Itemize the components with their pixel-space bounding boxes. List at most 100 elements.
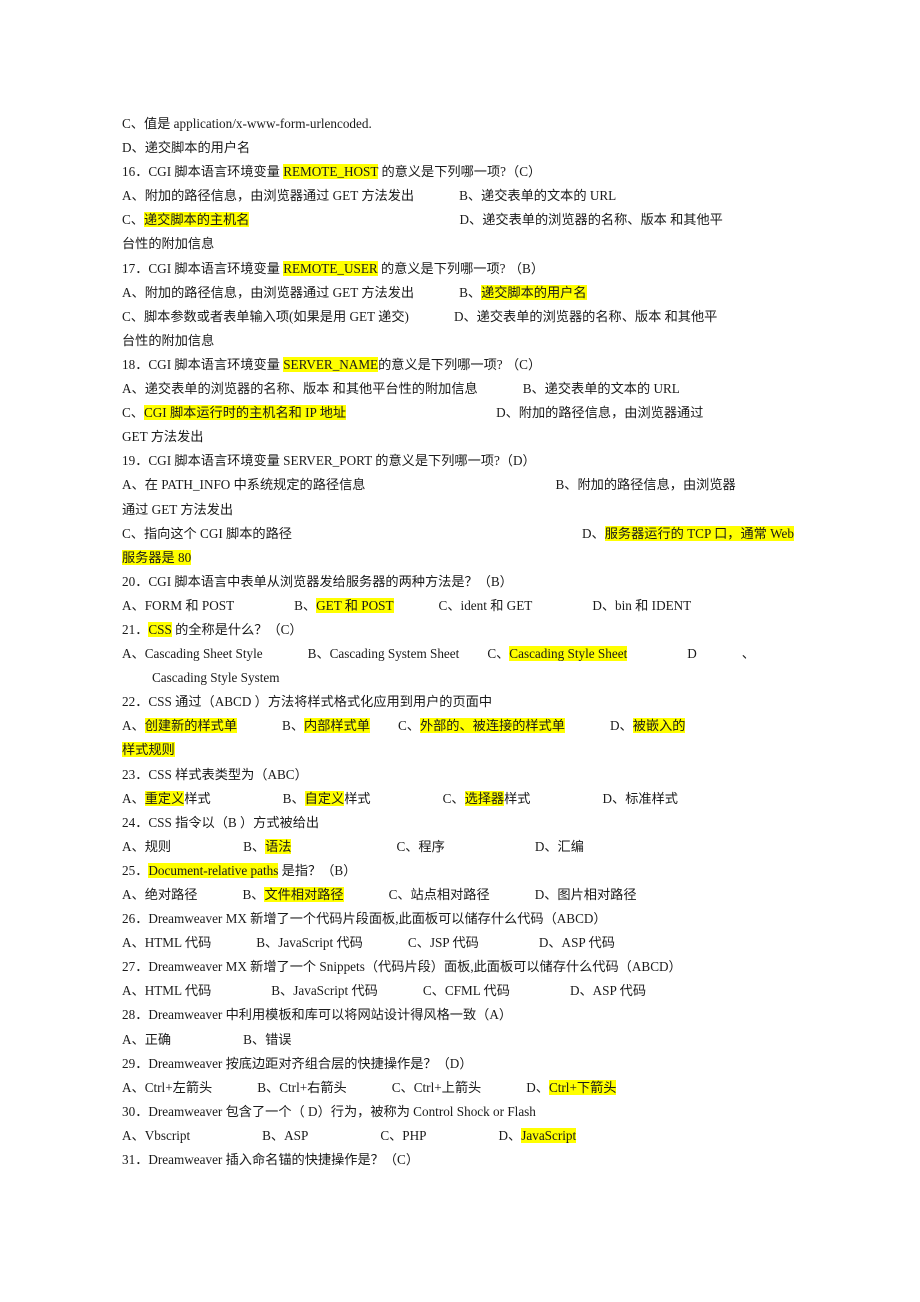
option-d-label: D	[687, 646, 697, 662]
option-d: D、标准样式	[602, 790, 678, 806]
option-a: A、HTML 代码	[122, 935, 212, 951]
question-text: 23．CSS 样式表类型为（ABC）	[122, 766, 308, 782]
option-c-label: C、	[442, 790, 465, 806]
question-suffix: 的意义是下列哪一项? （B）	[377, 260, 545, 276]
option-d-continuation: 服务器是 80	[122, 549, 192, 565]
question-19-stem: 19．CGI 脚本语言环境变量 SERVER_PORT 的意义是下列哪一项?（D…	[122, 449, 802, 473]
option-b: B、递交表单的文本的 URL	[459, 188, 617, 204]
option-d: D、ASP 代码	[569, 983, 647, 999]
option-b-text: 内部样式单	[304, 718, 370, 734]
question-26-options: A、HTML 代码 B、JavaScript 代码 C、JSP 代码 D、ASP 代码	[122, 931, 802, 955]
question-25-stem: 25．Document-relative paths 是指？（B）	[122, 859, 802, 883]
option-a-label: A、	[122, 790, 145, 806]
option-c: C、站点相对路径	[388, 887, 490, 902]
option-d-mark: 、	[741, 646, 755, 662]
option-a: A、Vbscript	[122, 1127, 191, 1143]
option-a: A、在 PATH_INFO 中系统规定的路径信息	[122, 477, 366, 493]
option-c-rest: 样式	[504, 790, 531, 806]
option-c: C、PHP	[380, 1127, 427, 1143]
option-d: D、bin 和 IDENT	[592, 597, 692, 613]
question-suffix: 的意义是下列哪一项?（C）	[378, 164, 542, 180]
highlighted-term: REMOTE_USER	[283, 260, 378, 276]
option-c: C、CFML 代码	[422, 983, 510, 999]
question-18-option-d-cont: GET 方法发出	[122, 425, 802, 449]
option-b: B、Cascading System Sheet	[307, 646, 460, 662]
option-d-text: 服务器运行的 TCP 口，通常 Web	[604, 525, 795, 541]
question-23-stem: 23．CSS 样式表类型为（ABC）	[122, 763, 802, 787]
option-d: D、递交表单的浏览器的名称、版本 和其他平	[459, 212, 723, 228]
question-suffix: 的全称是什么？（C）	[171, 621, 303, 637]
question-28-stem: 28．Dreamweaver 中利用模板和库可以将网站设计得风格一致（A）	[122, 1003, 802, 1027]
question-22-option-d-cont: 样式规则	[122, 738, 802, 762]
option-c: C、程序	[396, 838, 445, 854]
option-c-text: CGI 脚本运行时的主机名和 IP 地址	[143, 405, 347, 421]
question-17-options-cd: C、脚本参数或者表单输入项(如果是用 GET 递交) D、递交表单的浏览器的名称、…	[122, 305, 802, 329]
question-prefix: 18．CGI 脚本语言环境变量	[122, 356, 284, 372]
question-16-options-cd: C、递交脚本的主机名 D、递交表单的浏览器的名称、版本 和其他平	[122, 208, 802, 232]
document-page: C、值是 application/x-www-form-urlencoded. …	[0, 0, 920, 1302]
question-19-options-ab: A、在 PATH_INFO 中系统规定的路径信息 B、附加的路径信息，由浏览器	[122, 473, 802, 497]
question-16-option-d-cont: 台性的附加信息	[122, 232, 802, 256]
question-19-options-cd: C、指向这个 CGI 脚本的路径 D、服务器运行的 TCP 口，通常 Web	[122, 522, 802, 546]
question-30-options: A、Vbscript B、ASP C、PHP D、JavaScript	[122, 1124, 802, 1148]
option-a: A、递交表单的浏览器的名称、版本 和其他平台性的附加信息	[122, 381, 478, 397]
option-b-text: GET 和 POST	[316, 597, 394, 613]
question-text: 22．CSS 通过（ABCD ）方法将样式格式化应用到用户的页面中	[122, 694, 493, 710]
question-17-options-ab: A、附加的路径信息，由浏览器通过 GET 方法发出 B、递交脚本的用户名	[122, 281, 802, 305]
question-30-stem: 30．Dreamweaver 包含了一个（ D）行为，被称为 Control S…	[122, 1100, 802, 1124]
option-b: B、Ctrl+右箭头	[257, 1079, 347, 1095]
question-prefix: 21．	[122, 621, 149, 637]
option-a: A、HTML 代码	[122, 983, 212, 999]
option-c-text: Cascading Style Sheet	[509, 646, 628, 662]
option-b-label: B、	[243, 838, 266, 854]
option-b-text: 文件相对路径	[264, 887, 344, 902]
option-d: D、附加的路径信息，由浏览器通过	[496, 405, 704, 421]
option-c-label: C、	[122, 405, 144, 421]
option-b-label: B、	[459, 284, 482, 300]
option-a-highlight: 重定义	[144, 790, 185, 806]
option-text: D、递交脚本的用户名	[122, 140, 251, 156]
option-a: A、FORM 和 POST	[122, 597, 235, 613]
option-b-label: B、	[282, 718, 305, 734]
question-prefix: 17．CGI 脚本语言环境变量	[122, 260, 284, 276]
option-a: A、Cascading Sheet Style	[122, 646, 263, 662]
question-suffix: 的意义是下列哪一项? （C）	[378, 356, 542, 372]
question-29-options: A、Ctrl+左箭头 B、Ctrl+右箭头 C、Ctrl+上箭头 D、Ctrl+下箭头	[122, 1076, 802, 1100]
question-24-options: A、规则 B、语法 C、程序 D、汇编	[122, 835, 802, 859]
option-d: D、ASP 代码	[538, 935, 615, 951]
option-a: A、正确	[122, 1031, 172, 1047]
question-21-option-d-cont: Cascading Style System	[122, 666, 802, 690]
highlighted-term: Document-relative paths	[148, 862, 279, 878]
option-c: C、ident 和 GET	[438, 597, 533, 613]
option-text: C、值是 application/x-www-form-urlencoded.	[122, 116, 372, 131]
question-27-stem: 27．Dreamweaver MX 新增了一个 Snippets（代码片段）面板…	[122, 955, 802, 979]
question-text: 27．Dreamweaver MX 新增了一个 Snippets（代码片段）面板…	[122, 959, 682, 975]
highlighted-term: SERVER_NAME	[283, 356, 379, 372]
option-b-continuation: 通过 GET 方法发出	[122, 501, 234, 517]
option-d-label: D、	[526, 1079, 549, 1095]
option-c-label: C、	[487, 646, 510, 662]
option-a-rest: 样式	[184, 790, 211, 806]
option-c-text: 外部的、被连接的样式单	[419, 718, 565, 734]
option-c-highlight: 选择器	[464, 790, 505, 806]
option-c-text: 递交脚本的主机名	[143, 212, 250, 228]
option-d-continuation: 台性的附加信息	[122, 236, 215, 252]
document-body: C、值是 application/x-www-form-urlencoded. …	[122, 112, 802, 1172]
question-18-options-ab: A、递交表单的浏览器的名称、版本 和其他平台性的附加信息 B、递交表单的文本的 U…	[122, 377, 802, 401]
highlighted-term: CSS	[148, 621, 172, 637]
question-suffix: 是指？（B）	[278, 862, 357, 878]
question-text: 30．Dreamweaver 包含了一个（ D）行为，被称为 Control S…	[122, 1103, 536, 1119]
question-27-options: A、HTML 代码 B、JavaScript 代码 C、CFML 代码 D、ASP 代…	[122, 979, 802, 1003]
option-d-continuation: Cascading Style System	[152, 670, 280, 686]
question-18-stem: 18．CGI 脚本语言环境变量 SERVER_NAME的意义是下列哪一项? （C…	[122, 353, 802, 377]
option-a: A、规则	[122, 838, 172, 854]
option-b-label: B、	[242, 887, 265, 902]
question-26-stem: 26．Dreamweaver MX 新增了一个代码片段面板,此面板可以储存什么代…	[122, 907, 802, 931]
option-c: C、Ctrl+上箭头	[391, 1079, 482, 1095]
question-24-stem: 24．CSS 指令以（B ）方式被给出	[122, 811, 802, 835]
option-c: C、指向这个 CGI 脚本的路径	[122, 525, 292, 541]
question-22-stem: 22．CSS 通过（ABCD ）方法将样式格式化应用到用户的页面中	[122, 690, 802, 714]
option-b-text: 递交脚本的用户名	[481, 284, 587, 300]
option-a: A、绝对路径	[122, 887, 198, 902]
option-b-label: B、	[282, 790, 305, 806]
